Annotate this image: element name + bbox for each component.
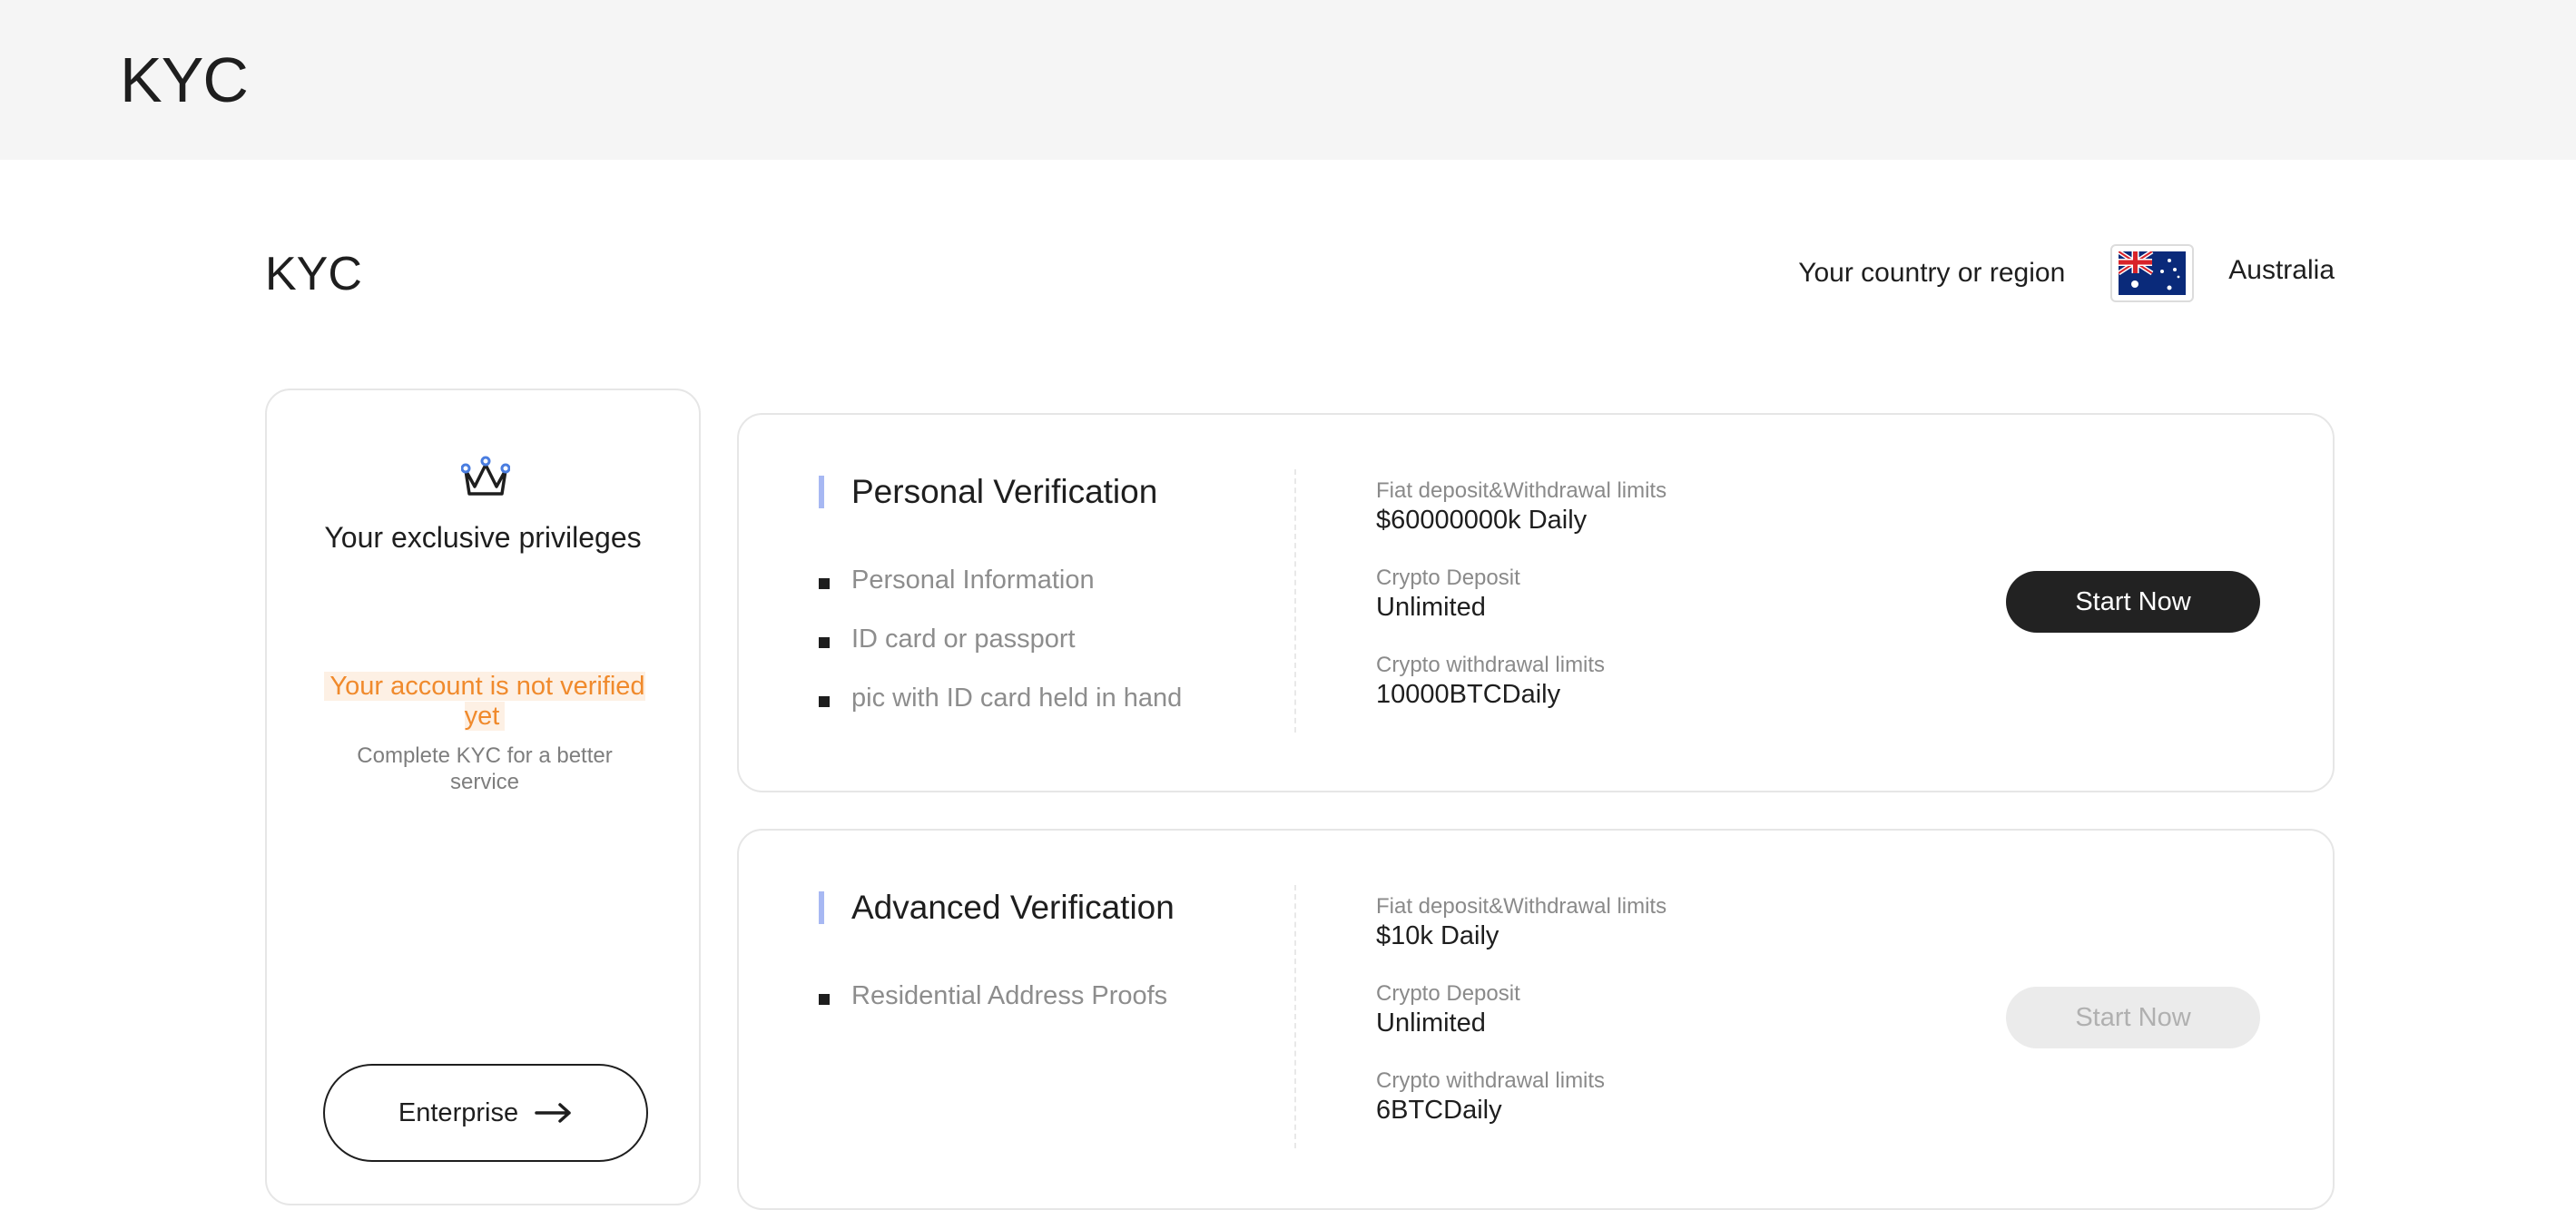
requirement-label: Residential Address Proofs: [851, 981, 1168, 1010]
limit-value: 10000BTCDaily: [1376, 680, 1561, 709]
limit-label: Crypto withdrawal limits: [1376, 1068, 1606, 1093]
limit-crypto-deposit: Crypto Deposit Unlimited: [1376, 566, 1667, 624]
limit-value: 6BTCDaily: [1376, 1096, 1502, 1125]
top-header: KYC: [0, 0, 2576, 160]
bullet-icon: [819, 577, 830, 589]
region-label: Your country or region: [1798, 258, 2066, 288]
page-title: KYC: [265, 248, 362, 300]
australia-flag-icon: [2119, 251, 2187, 295]
enterprise-button[interactable]: Enterprise: [323, 1064, 648, 1162]
verification-status-text: Your account is not verified yet: [324, 672, 645, 731]
limit-label: Fiat deposit&Withdrawal limits: [1376, 478, 1667, 503]
limit-value: Unlimited: [1376, 593, 1486, 622]
privileges-title: Your exclusive privileges: [324, 521, 642, 554]
personal-limits: Fiat deposit&Withdrawal limits $60000000…: [1376, 478, 1667, 740]
list-item: pic with ID card held in hand: [819, 669, 1182, 728]
list-item: Personal Information: [819, 551, 1182, 610]
requirement-label: Personal Information: [851, 566, 1095, 595]
limit-value: Unlimited: [1376, 1008, 1486, 1038]
limit-value: $10k Daily: [1376, 921, 1499, 950]
limit-label: Fiat deposit&Withdrawal limits: [1376, 894, 1667, 919]
title-accent-bar: [819, 476, 824, 508]
advanced-requirements-list: Residential Address Proofs: [819, 967, 1167, 1026]
bullet-icon: [819, 636, 830, 648]
region-selector: Your country or region Australia: [1798, 243, 2335, 303]
bullet-icon: [819, 695, 830, 707]
privileges-card: Your exclusive privileges Your account i…: [265, 389, 701, 1205]
list-item: Residential Address Proofs: [819, 967, 1167, 1026]
limit-crypto-withdrawal: Crypto withdrawal limits 10000BTCDaily: [1376, 653, 1667, 711]
verification-status: Your account is not verified yet: [323, 672, 646, 732]
personal-verification-heading: Personal Verification: [819, 473, 1157, 511]
advanced-verification-title: Advanced Verification: [851, 889, 1175, 926]
arrow-right-icon: [535, 1103, 571, 1123]
personal-verification-title: Personal Verification: [851, 473, 1158, 510]
requirement-label: ID card or passport: [851, 625, 1076, 654]
limit-crypto-withdrawal: Crypto withdrawal limits 6BTCDaily: [1376, 1068, 1667, 1126]
verification-hint: Complete KYC for a better service: [357, 743, 613, 794]
limit-value: $60000000k Daily: [1376, 506, 1588, 535]
personal-verification-card: Personal Verification Personal Informati…: [737, 413, 2335, 792]
limit-label: Crypto Deposit: [1376, 566, 1520, 590]
requirement-label: pic with ID card held in hand: [851, 684, 1183, 713]
app-title: KYC: [120, 44, 249, 115]
personal-start-now-button[interactable]: Start Now: [2006, 571, 2260, 633]
limit-fiat: Fiat deposit&Withdrawal limits $10k Dail…: [1376, 894, 1667, 952]
divider: [1294, 469, 1296, 733]
bullet-icon: [819, 993, 830, 1005]
advanced-limits: Fiat deposit&Withdrawal limits $10k Dail…: [1376, 894, 1667, 1156]
divider: [1294, 885, 1296, 1148]
limit-fiat: Fiat deposit&Withdrawal limits $60000000…: [1376, 478, 1667, 536]
title-accent-bar: [819, 891, 824, 924]
country-flag-button[interactable]: [2110, 244, 2195, 302]
enterprise-button-label: Enterprise: [398, 1097, 519, 1127]
advanced-start-now-button[interactable]: Start Now: [2006, 987, 2260, 1048]
limit-label: Crypto Deposit: [1376, 981, 1520, 1006]
limit-label: Crypto withdrawal limits: [1376, 653, 1606, 677]
list-item: ID card or passport: [819, 610, 1182, 669]
crown-icon: [461, 456, 510, 496]
personal-requirements-list: Personal Information ID card or passport…: [819, 551, 1182, 728]
advanced-verification-card: Advanced Verification Residential Addres…: [737, 829, 2335, 1210]
limit-crypto-deposit: Crypto Deposit Unlimited: [1376, 981, 1667, 1039]
region-country-name: Australia: [2228, 255, 2335, 285]
advanced-verification-heading: Advanced Verification: [819, 889, 1175, 927]
